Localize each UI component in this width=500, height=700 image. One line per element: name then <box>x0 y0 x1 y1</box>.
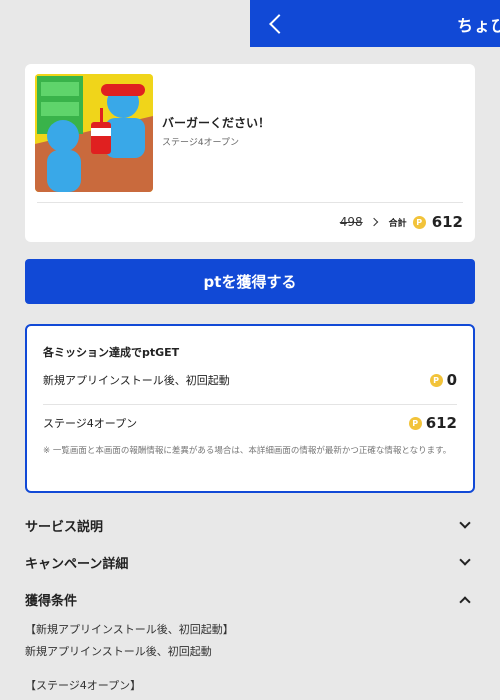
condition-text: 新規アプリインストール後、初回起動 <box>25 645 212 658</box>
mission-note: ※ 一覧画面と本画面の報酬情報に差異がある場合は、本詳細画面の情報が最新かつ正確… <box>43 446 452 456</box>
total-label: 合計 <box>388 218 407 229</box>
section-title: 獲得条件 <box>25 593 78 609</box>
app-card: バーガーください！ ステージ4オープン 498 合計 P 612 <box>25 64 475 242</box>
condition-heading: 【ステージ4オープン】 <box>25 679 142 692</box>
mission-label: 新規アプリインストール後、初回起動 <box>43 374 230 387</box>
header-title: ちょび <box>456 15 500 35</box>
app-thumbnail <box>35 74 153 192</box>
chevron-down-icon <box>459 554 471 566</box>
coin-icon: P <box>429 373 443 387</box>
section-campaign-details[interactable]: キャンペーン詳細 <box>25 551 475 573</box>
section-acquisition-conditions[interactable]: 獲得条件 <box>25 588 475 610</box>
top-header: ちょび <box>250 0 500 47</box>
app-subtitle: ステージ4オープン <box>162 138 240 148</box>
mission-row: 新規アプリインストール後、初回起動 P 0 <box>43 370 457 390</box>
divider <box>43 404 457 405</box>
mission-box: 各ミッション達成でptGET 新規アプリインストール後、初回起動 P 0 ステー… <box>25 324 475 493</box>
chevron-right-icon <box>369 217 378 227</box>
get-points-button[interactable]: ptを獲得する <box>25 259 475 304</box>
mission-label: ステージ4オープン <box>43 417 138 430</box>
mission-row: ステージ4オープン P 612 <box>43 413 457 433</box>
chevron-down-icon <box>459 517 471 529</box>
mission-points: 0 <box>446 371 457 389</box>
back-arrow-icon[interactable] <box>269 13 289 34</box>
app-name: バーガーください！ <box>162 116 271 130</box>
section-service-description[interactable]: サービス説明 <box>25 514 475 536</box>
old-points: 498 <box>339 215 363 229</box>
chevron-up-icon <box>459 595 471 608</box>
condition-heading: 【新規アプリインストール後、初回起動】 <box>25 623 234 636</box>
total-points: 612 <box>431 213 463 231</box>
mission-title: 各ミッション達成でptGET <box>43 346 180 359</box>
points-summary: 498 合計 P 612 <box>340 212 463 232</box>
coin-icon: P <box>412 215 426 229</box>
section-title: キャンペーン詳細 <box>25 556 129 572</box>
coin-icon: P <box>408 416 422 430</box>
section-title: サービス説明 <box>25 519 104 535</box>
mission-points: 612 <box>425 414 457 432</box>
divider <box>37 202 463 203</box>
